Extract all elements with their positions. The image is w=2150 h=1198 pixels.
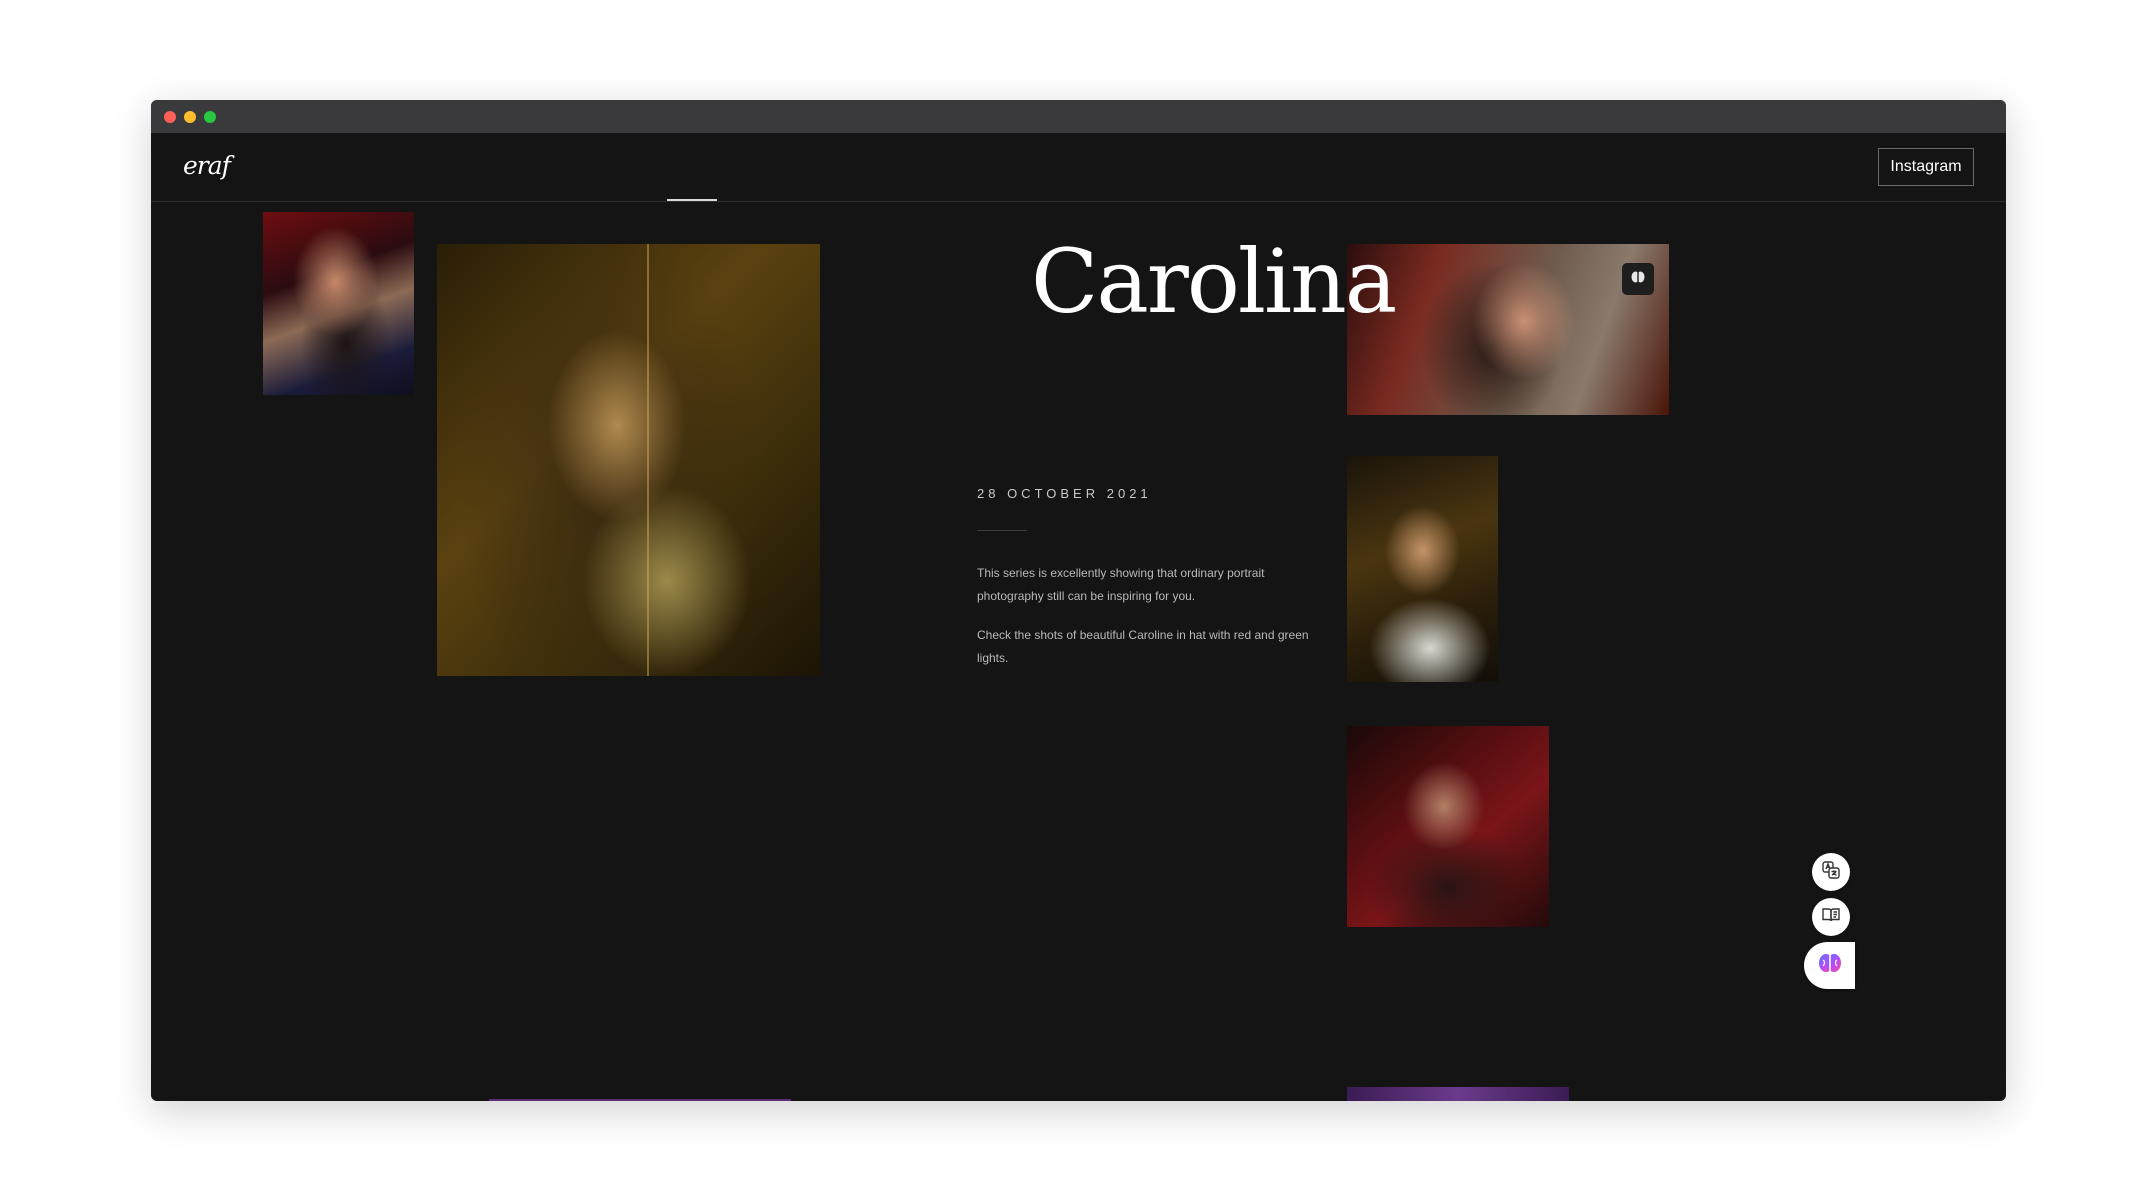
- translate-icon: [1821, 860, 1841, 885]
- minimize-window-button[interactable]: [184, 111, 196, 123]
- post-description: This series is excellently showing that …: [977, 566, 1265, 603]
- nav-active-indicator: [667, 199, 717, 201]
- site-logo[interactable]: eraf: [183, 151, 231, 180]
- close-window-button[interactable]: [164, 111, 176, 123]
- post-description: Check the shots of beautiful Caroline in…: [977, 628, 1309, 665]
- ai-assistant-button[interactable]: [1804, 942, 1855, 989]
- brain-icon: [1817, 950, 1843, 981]
- divider: [977, 530, 1027, 531]
- gallery-photo[interactable]: [263, 212, 414, 395]
- gallery-photo[interactable]: [437, 244, 820, 676]
- site-header: eraf Instagram: [151, 133, 2006, 202]
- window-titlebar: [151, 100, 2006, 133]
- gallery-photo[interactable]: [489, 1099, 791, 1101]
- image-ai-button[interactable]: [1622, 263, 1654, 295]
- gallery-photo[interactable]: [1347, 1087, 1569, 1101]
- translate-button[interactable]: [1812, 853, 1850, 891]
- brain-icon: [1630, 269, 1646, 290]
- gallery-photo[interactable]: [1347, 726, 1549, 927]
- maximize-window-button[interactable]: [204, 111, 216, 123]
- reader-mode-button[interactable]: [1812, 898, 1850, 936]
- browser-window: eraf Instagram Carolina 28 OCTOBER 2021 …: [151, 100, 2006, 1101]
- gallery-photo[interactable]: [1347, 456, 1498, 682]
- reader-icon: [1821, 905, 1841, 930]
- gallery-photo[interactable]: [1347, 244, 1669, 415]
- post-date: 28 OCTOBER 2021: [977, 486, 1152, 501]
- page-title: Carolina: [1031, 230, 1397, 333]
- instagram-button[interactable]: Instagram: [1878, 148, 1974, 186]
